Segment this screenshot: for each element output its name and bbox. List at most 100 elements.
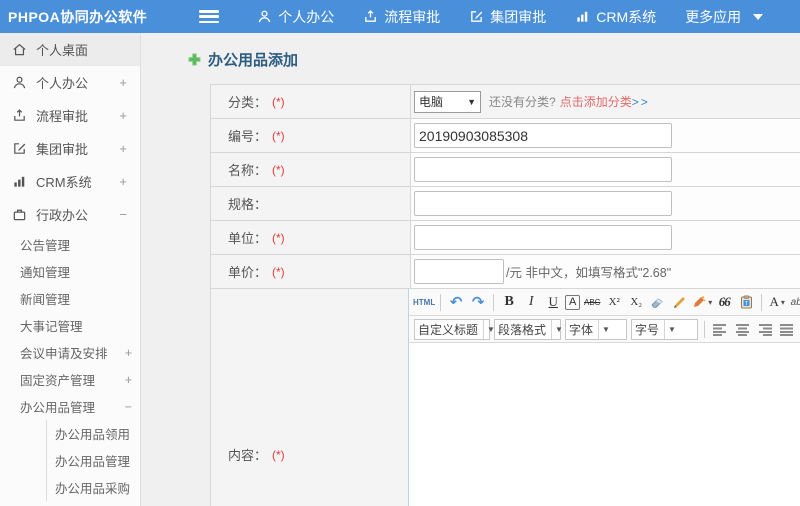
sidebar-item-office-supplies-mgmt[interactable]: 办公用品管理 − xyxy=(20,393,132,420)
nav-group-approval[interactable]: 集团审批 xyxy=(469,7,546,27)
expand-plus-icon[interactable]: + xyxy=(119,75,127,90)
paste-icon[interactable]: T xyxy=(736,292,756,313)
editor-toolbar-row2: 自定义标题 ▼ 段落格式 ▼ 字体 ▼ 字号 ▼ xyxy=(409,316,800,343)
font-family-select[interactable]: 字体 ▼ xyxy=(565,318,627,340)
sidebar-item-supplies-purchase[interactable]: 办公用品采购 xyxy=(47,474,140,501)
form-row-name: 名称： (*) xyxy=(211,153,800,187)
bar-chart-icon xyxy=(12,174,27,189)
price-input[interactable] xyxy=(414,259,504,284)
caret-down-icon xyxy=(753,13,764,20)
collapse-minus-icon[interactable]: − xyxy=(125,400,132,414)
editor-content-area[interactable] xyxy=(409,343,800,506)
select-caret-icon: ▼ xyxy=(467,96,476,107)
phpoa-app: PHPOA协同办公软件 个人办公 流程审批 集团审批 CRM系统 更多应用 个人… xyxy=(0,0,800,506)
add-category-arrows[interactable]: >> xyxy=(632,95,650,109)
expand-plus-icon[interactable]: + xyxy=(119,174,127,189)
sidebar-item-group-approval[interactable]: 集团审批 + xyxy=(0,132,140,165)
add-category-link[interactable]: 点击添加分类 xyxy=(560,93,632,110)
sidebar-item-fixed-assets-mgmt[interactable]: 固定资产管理 + xyxy=(20,366,132,393)
required-mark: (*) xyxy=(272,230,285,245)
sidebar-item-personal-office[interactable]: 个人办公 + xyxy=(0,66,140,99)
char-border-button[interactable]: A xyxy=(565,294,581,310)
nav-workflow-approval[interactable]: 流程审批 xyxy=(363,7,440,27)
required-mark: (*) xyxy=(272,162,285,177)
font-color-button[interactable]: A ▾ xyxy=(767,292,787,313)
app-logo: PHPOA协同办公软件 xyxy=(8,8,148,25)
expand-plus-icon[interactable]: + xyxy=(125,373,132,387)
editor-toolbar-row1: HTML ↶ ↷ B I U A ABC X² X₂ ▾ 66 T A ▾ a xyxy=(409,289,800,316)
blockquote-button[interactable]: 66 xyxy=(714,292,734,313)
nav-crm-system[interactable]: CRM系统 xyxy=(575,7,656,27)
required-mark: (*) xyxy=(272,94,285,109)
subscript-button[interactable]: X₂ xyxy=(626,292,646,313)
sidebar-item-memorabilia-mgmt[interactable]: 大事记管理 xyxy=(20,312,132,339)
select-caret-icon: ▼ xyxy=(598,319,610,339)
eraser-icon[interactable] xyxy=(648,292,668,313)
required-mark: (*) xyxy=(272,128,285,143)
sidebar-item-meeting-request[interactable]: 会议申请及安排 + xyxy=(20,339,132,366)
hamburger-menu-icon[interactable] xyxy=(199,10,220,23)
briefcase-icon xyxy=(12,207,27,222)
nav-label: 集团审批 xyxy=(490,8,547,25)
edit-icon xyxy=(12,141,27,156)
align-right-icon[interactable] xyxy=(754,319,774,340)
page-title-text: 办公用品添加 xyxy=(208,52,299,69)
strikethrough-button[interactable]: ABC xyxy=(582,292,602,313)
nav-personal-office[interactable]: 个人办公 xyxy=(257,7,334,27)
nav-label: 个人办公 xyxy=(278,8,335,25)
align-center-icon[interactable] xyxy=(732,319,752,340)
nav-label: CRM系统 xyxy=(596,8,657,25)
redo-icon[interactable]: ↷ xyxy=(468,292,488,313)
name-label: 名称： xyxy=(228,163,268,178)
expand-plus-icon[interactable]: + xyxy=(119,108,127,123)
italic-button[interactable]: I xyxy=(521,292,541,313)
sidebar-item-label: 个人桌面 xyxy=(36,43,89,58)
highlight-color-button[interactable]: ab ▾ xyxy=(789,292,800,313)
add-plus-icon xyxy=(188,53,201,66)
sidebar-item-workflow-approval[interactable]: 流程审批 + xyxy=(0,99,140,132)
brush-icon[interactable] xyxy=(670,292,690,313)
required-mark: (*) xyxy=(272,264,285,279)
sidebar-item-crm-system[interactable]: CRM系统 + xyxy=(0,165,140,198)
sidebar-item-personal-desktop[interactable]: 个人桌面 xyxy=(0,33,140,66)
align-left-icon[interactable] xyxy=(710,319,730,340)
paragraph-format-select[interactable]: 段落格式 ▼ xyxy=(494,318,563,340)
superscript-button[interactable]: X² xyxy=(604,292,624,313)
spec-input[interactable] xyxy=(414,191,672,216)
nav-label: 更多应用 xyxy=(685,8,742,25)
expand-plus-icon[interactable]: + xyxy=(125,346,132,360)
sidebar-item-admin-office[interactable]: 行政办公 − xyxy=(0,198,140,231)
sidebar-item-supplies-manage[interactable]: 办公用品管理 xyxy=(47,447,140,474)
form-row-spec: 规格： xyxy=(211,187,800,221)
form-row-category: 分类： (*) 电脑 ▼ 还没有分类? 点击添加分类 >> xyxy=(211,85,800,119)
html-source-button[interactable]: HTML xyxy=(413,292,435,313)
custom-title-select[interactable]: 自定义标题 ▼ xyxy=(414,318,495,340)
name-input[interactable] xyxy=(414,157,672,182)
collapse-minus-icon[interactable]: − xyxy=(119,207,127,222)
form-row-number: 编号： (*) xyxy=(211,119,800,153)
underline-button[interactable]: U xyxy=(543,292,563,313)
bold-button[interactable]: B xyxy=(499,292,519,313)
expand-plus-icon[interactable]: + xyxy=(119,141,127,156)
category-select[interactable]: 电脑 ▼ xyxy=(414,90,481,113)
sidebar-item-news-mgmt[interactable]: 新闻管理 xyxy=(20,285,132,312)
caret-down-icon: ▾ xyxy=(780,297,785,307)
autotypeset-icon[interactable]: ▾ xyxy=(692,292,712,313)
user-icon xyxy=(12,75,27,90)
sidebar-item-label: CRM系统 xyxy=(36,175,92,190)
sidebar-item-supplies-claim[interactable]: 办公用品领用 xyxy=(47,420,140,447)
topbar: PHPOA协同办公软件 个人办公 流程审批 集团审批 CRM系统 更多应用 xyxy=(0,0,800,33)
select-caret-icon: ▼ xyxy=(551,319,563,339)
align-justify-icon[interactable] xyxy=(776,319,796,340)
content-label: 内容： xyxy=(228,448,268,463)
font-size-select[interactable]: 字号 ▼ xyxy=(631,318,698,340)
caret-down-icon: ▾ xyxy=(708,297,713,307)
sidebar-item-announcement-mgmt[interactable]: 公告管理 xyxy=(20,231,132,258)
category-label: 分类： xyxy=(228,95,268,110)
sidebar-item-notice-mgmt[interactable]: 通知管理 xyxy=(20,258,132,285)
unit-input[interactable] xyxy=(414,225,672,250)
nav-more-apps[interactable]: 更多应用 xyxy=(685,7,764,27)
number-input[interactable] xyxy=(414,123,672,148)
undo-icon[interactable]: ↶ xyxy=(446,292,466,313)
sidebar-admin-sublist: 公告管理 通知管理 新闻管理 大事记管理 会议申请及安排 + 固定资产管理 + 办公… xyxy=(0,231,140,501)
